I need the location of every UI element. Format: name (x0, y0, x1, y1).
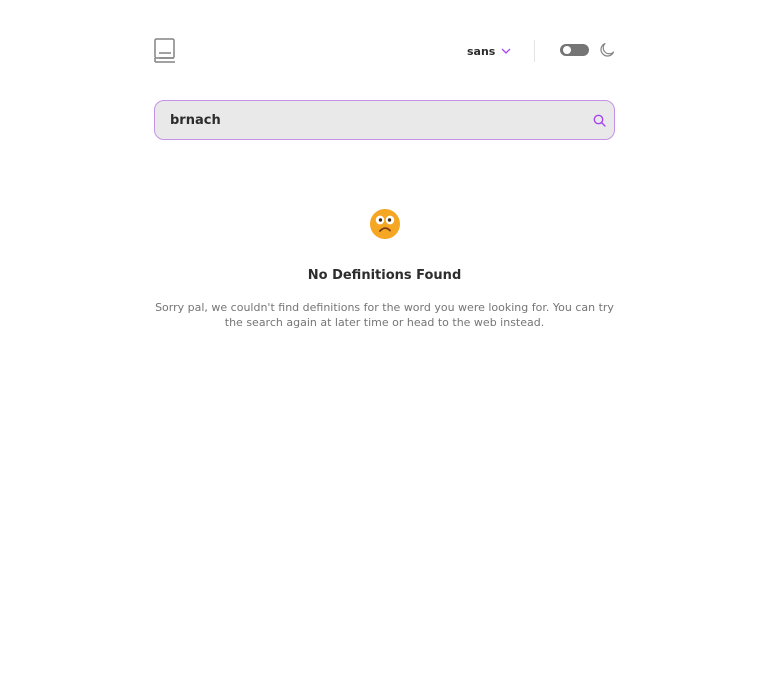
empty-state-message: Sorry pal, we couldn't find definitions … (154, 300, 615, 330)
toggle-knob (563, 46, 571, 54)
header: sans (154, 38, 615, 64)
font-family-value: sans (467, 44, 496, 58)
moon-icon (600, 42, 615, 57)
font-family-select[interactable]: sans (467, 43, 511, 59)
empty-state-title: No Definitions Found (307, 268, 462, 283)
book-icon[interactable] (154, 38, 176, 64)
confused-face-icon (370, 209, 400, 239)
search-input[interactable] (170, 101, 580, 139)
empty-state-message-line2: the search again at later time or head t… (224, 316, 545, 329)
header-divider (534, 40, 535, 62)
empty-state-message-line1: Sorry pal, we couldn't find definitions … (155, 301, 614, 314)
search-bar (154, 100, 615, 140)
chevron-down-icon (501, 48, 511, 54)
theme-toggle[interactable] (560, 44, 589, 56)
search-icon[interactable] (593, 114, 606, 127)
